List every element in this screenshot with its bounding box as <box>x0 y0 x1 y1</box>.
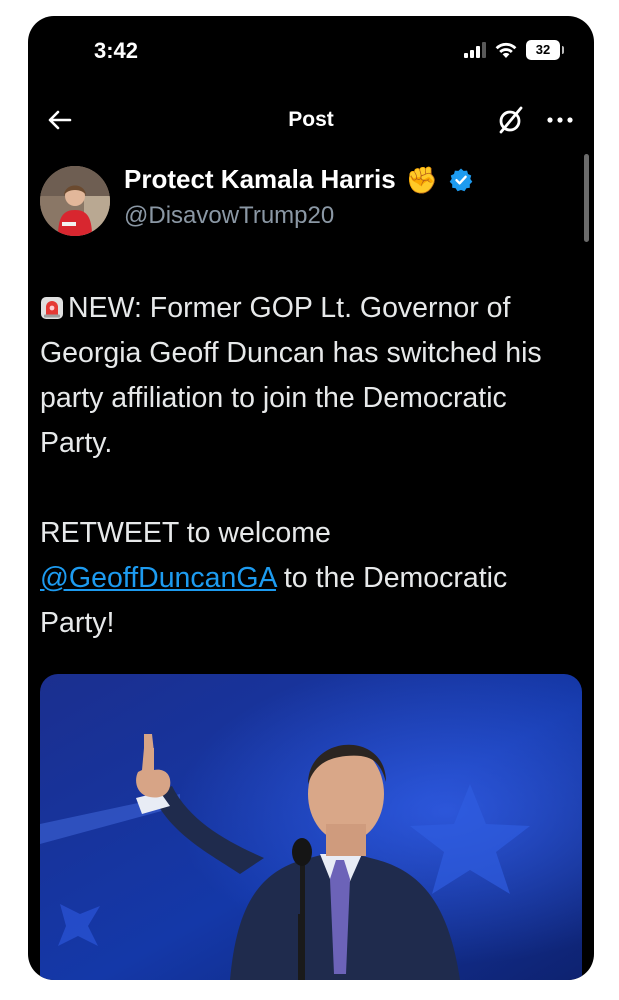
post-paragraph-2: RETWEET to welcome @GeoffDuncanGA to the… <box>40 511 570 646</box>
scrollbar[interactable] <box>584 154 589 242</box>
verified-badge-icon[interactable] <box>448 167 474 193</box>
slashed-circle-icon[interactable] <box>492 102 528 138</box>
status-time: 3:42 <box>94 38 139 63</box>
post-line-1: NEW: Former GOP Lt. Governor of Georgia … <box>40 292 542 459</box>
post-media-image[interactable] <box>40 674 582 980</box>
signal-icon <box>464 42 486 58</box>
phone-screen: 3:42 32 Post Protect Kamala Harris ✊ @Di… <box>28 16 594 980</box>
more-dots-icon[interactable] <box>542 102 578 138</box>
status-icons: 32 <box>464 40 564 60</box>
avatar-image <box>40 166 110 236</box>
post-line-2-start: RETWEET to welcome <box>40 517 331 549</box>
raised-fist-icon: ✊ <box>405 164 439 195</box>
battery-icon: 32 <box>526 40 564 60</box>
author-handle[interactable]: @DisavowTrump20 <box>124 202 334 230</box>
post-paragraph-1: NEW: Former GOP Lt. Governor of Georgia … <box>40 286 570 466</box>
author-name-row[interactable]: Protect Kamala Harris ✊ <box>124 164 474 195</box>
author-name[interactable]: Protect Kamala Harris <box>124 164 396 195</box>
top-nav: Post <box>28 100 594 140</box>
wifi-icon <box>495 42 517 58</box>
photo-podium-speaker <box>40 674 582 980</box>
post-text: NEW: Former GOP Lt. Governor of Georgia … <box>40 286 570 646</box>
avatar[interactable] <box>40 166 110 236</box>
screenshot-frame: 3:42 32 Post Protect Kamala Harris ✊ @Di… <box>0 0 619 1000</box>
mention-link[interactable]: @GeoffDuncanGA <box>40 562 276 594</box>
siren-icon <box>41 297 63 319</box>
